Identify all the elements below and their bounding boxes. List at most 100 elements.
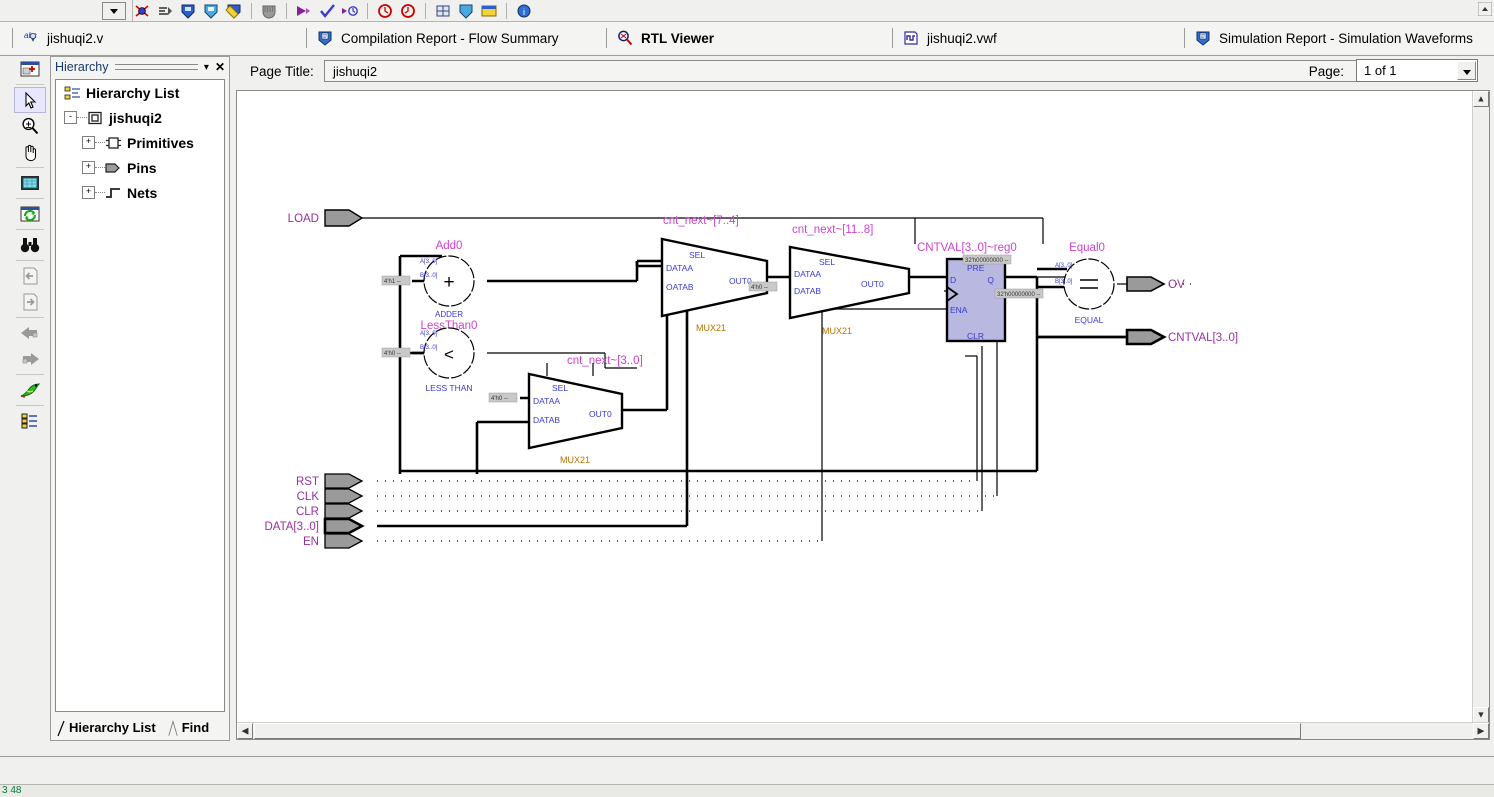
instance-equal0: Equal0 A[3..0] B[3..0] EQUAL bbox=[1055, 242, 1115, 325]
fitter-icon[interactable] bbox=[201, 2, 221, 20]
panel-tab-hierarchy-list[interactable]: Hierarchy List bbox=[55, 718, 166, 738]
pin-planner-icon[interactable] bbox=[479, 2, 499, 20]
compile-icon[interactable] bbox=[132, 2, 152, 20]
programmer2-icon[interactable] bbox=[398, 2, 418, 20]
svg-text:cnt_next~[7..4]: cnt_next~[7..4] bbox=[663, 215, 739, 227]
tree-item-label: Nets bbox=[127, 184, 158, 201]
collapse-expander[interactable]: - bbox=[64, 111, 77, 124]
hand-pan-tool-icon[interactable] bbox=[14, 139, 46, 165]
tab-divider bbox=[606, 28, 607, 48]
selection-tool-icon[interactable] bbox=[14, 87, 46, 113]
svg-text:OUT0: OUT0 bbox=[589, 409, 612, 419]
tab-jishuqi2-v[interactable]: abc jishuqi2.v bbox=[12, 22, 304, 54]
hierarchy-panel-tabs: Hierarchy List Find bbox=[55, 714, 219, 738]
svg-text:DATAA: DATAA bbox=[533, 396, 560, 406]
status-scroll-up-icon[interactable] bbox=[1478, 2, 1492, 16]
toolbar-separator bbox=[251, 2, 252, 19]
netlist-navigator-icon[interactable] bbox=[14, 377, 46, 403]
svg-text:DATAB: DATAB bbox=[533, 415, 560, 425]
tab-jishuqi2-vwf[interactable]: jishuqi2.vwf bbox=[892, 22, 1182, 54]
tab-simulation-report[interactable]: Simulation Report - Simulation Waveforms bbox=[1184, 22, 1492, 54]
help-icon[interactable]: i bbox=[514, 2, 534, 20]
tab-label: RTL Viewer bbox=[641, 30, 715, 46]
panel-tab-find[interactable]: Find bbox=[166, 718, 219, 738]
forward-page-icon[interactable] bbox=[14, 289, 46, 315]
instance-cntval-reg0: CNTVAL[3..0]~reg0 PRE D Q ENA CLR 32'h00… bbox=[917, 242, 1044, 343]
panel-tab-label: Hierarchy List bbox=[69, 720, 156, 735]
svg-text:32'h00000000 --: 32'h00000000 -- bbox=[997, 292, 1041, 298]
tree-item-primitives[interactable]: + Primitives bbox=[56, 130, 224, 155]
start-compilation-icon[interactable] bbox=[294, 2, 314, 20]
stop-icon[interactable] bbox=[259, 2, 279, 20]
toolbar-dropdown-button[interactable] bbox=[102, 2, 126, 20]
timing-icon[interactable] bbox=[340, 2, 360, 20]
page-title-input[interactable]: jishuqi2 bbox=[324, 60, 1454, 82]
svg-text:Add0: Add0 bbox=[436, 240, 463, 252]
input-pin-load: LOAD bbox=[288, 209, 364, 227]
svg-text:MUX21: MUX21 bbox=[822, 326, 852, 336]
svg-text:B[3..0]: B[3..0] bbox=[1055, 279, 1073, 285]
input-pin-clk: CLK bbox=[297, 488, 364, 504]
scroll-right-button[interactable]: ▶ bbox=[1473, 723, 1489, 739]
toolbar-left-group bbox=[0, 0, 133, 21]
rtl-viewer-icon[interactable] bbox=[433, 2, 453, 20]
page-select[interactable]: 1 of 1 bbox=[1356, 59, 1478, 82]
close-icon[interactable]: ✕ bbox=[215, 60, 225, 74]
toolbar-separator bbox=[16, 405, 44, 406]
chevron-down-icon[interactable] bbox=[1457, 61, 1476, 80]
scroll-down-button[interactable]: ▼ bbox=[1473, 707, 1489, 723]
horizontal-scroll-thumb[interactable] bbox=[254, 723, 1301, 739]
analysis-icon[interactable] bbox=[155, 2, 175, 20]
page-title-label: Page Title: bbox=[250, 64, 314, 79]
hierarchy-panel-title: Hierarchy bbox=[55, 60, 109, 74]
toolbar-separator bbox=[16, 260, 44, 261]
chevron-down-icon[interactable]: ▾ bbox=[204, 62, 209, 73]
hierarchy-tree[interactable]: Hierarchy List - jishuqi2 + Primitives +… bbox=[55, 79, 225, 712]
page-label: Page: bbox=[1308, 64, 1344, 79]
pin-icon bbox=[105, 161, 122, 175]
svg-text:RST: RST bbox=[296, 476, 319, 488]
expand-expander[interactable]: + bbox=[82, 161, 95, 174]
tab-rtl-viewer[interactable]: RTL Viewer bbox=[606, 22, 890, 54]
canvas-horizontal-scrollbar[interactable]: ◀ ▶ bbox=[237, 722, 1489, 739]
instance-mux-cnt-next-11-8: cnt_next~[11..8] SEL DATAA DATAB OUT0 4'… bbox=[748, 224, 911, 336]
schematic-canvas[interactable]: .w{stroke:#000;stroke-width:1.2;fill:non… bbox=[237, 91, 1473, 723]
tab-label: jishuqi2.v bbox=[47, 30, 104, 46]
find-binoculars-icon[interactable] bbox=[14, 232, 46, 258]
tree-connector bbox=[95, 141, 105, 144]
fit-in-window-icon[interactable] bbox=[14, 170, 46, 196]
chevron-up-icon: ▲ bbox=[1476, 93, 1486, 104]
document-tab-bar: abc jishuqi2.v Compilation Report - Flow… bbox=[0, 22, 1494, 56]
tree-item-nets[interactable]: + Nets bbox=[56, 180, 224, 205]
start-analysis-icon[interactable] bbox=[178, 2, 198, 20]
tree-item-pins[interactable]: + Pins bbox=[56, 155, 224, 180]
tree-item-label: Primitives bbox=[127, 134, 194, 151]
go-forward-icon[interactable] bbox=[14, 346, 46, 372]
svg-text:4'h1 --: 4'h1 -- bbox=[384, 279, 401, 285]
svg-text:CNTVAL[3..0]~reg0: CNTVAL[3..0]~reg0 bbox=[917, 242, 1017, 254]
zoom-tool-icon[interactable] bbox=[14, 113, 46, 139]
svg-text:+: + bbox=[443, 272, 454, 293]
assembler-icon[interactable] bbox=[224, 2, 244, 20]
svg-text:ADDER: ADDER bbox=[435, 310, 463, 319]
scroll-up-button[interactable]: ▲ bbox=[1473, 91, 1489, 107]
schematic-canvas-container: .w{stroke:#000;stroke-width:1.2;fill:non… bbox=[236, 90, 1490, 740]
go-back-icon[interactable] bbox=[14, 320, 46, 346]
refresh-icon[interactable] bbox=[14, 201, 46, 227]
toolbar-button-group: i bbox=[132, 0, 534, 21]
new-page-icon[interactable] bbox=[14, 56, 46, 82]
programmer-icon[interactable] bbox=[375, 2, 395, 20]
svg-text:ENA: ENA bbox=[950, 305, 968, 315]
svg-text:CLK: CLK bbox=[297, 491, 320, 503]
hierarchy-root[interactable]: Hierarchy List bbox=[56, 80, 224, 105]
tab-compilation-report[interactable]: Compilation Report - Flow Summary bbox=[306, 22, 604, 54]
tree-item-jishuqi2[interactable]: - jishuqi2 bbox=[56, 105, 224, 130]
back-page-icon[interactable] bbox=[14, 263, 46, 289]
hierarchy-list-icon[interactable] bbox=[14, 408, 46, 434]
expand-expander[interactable]: + bbox=[82, 186, 95, 199]
tech-map-icon[interactable] bbox=[456, 2, 476, 20]
expand-expander[interactable]: + bbox=[82, 136, 95, 149]
canvas-vertical-scrollbar[interactable]: ▲ ▼ bbox=[1472, 91, 1489, 723]
scroll-left-button[interactable]: ◀ bbox=[237, 723, 253, 739]
check-icon[interactable] bbox=[317, 2, 337, 20]
